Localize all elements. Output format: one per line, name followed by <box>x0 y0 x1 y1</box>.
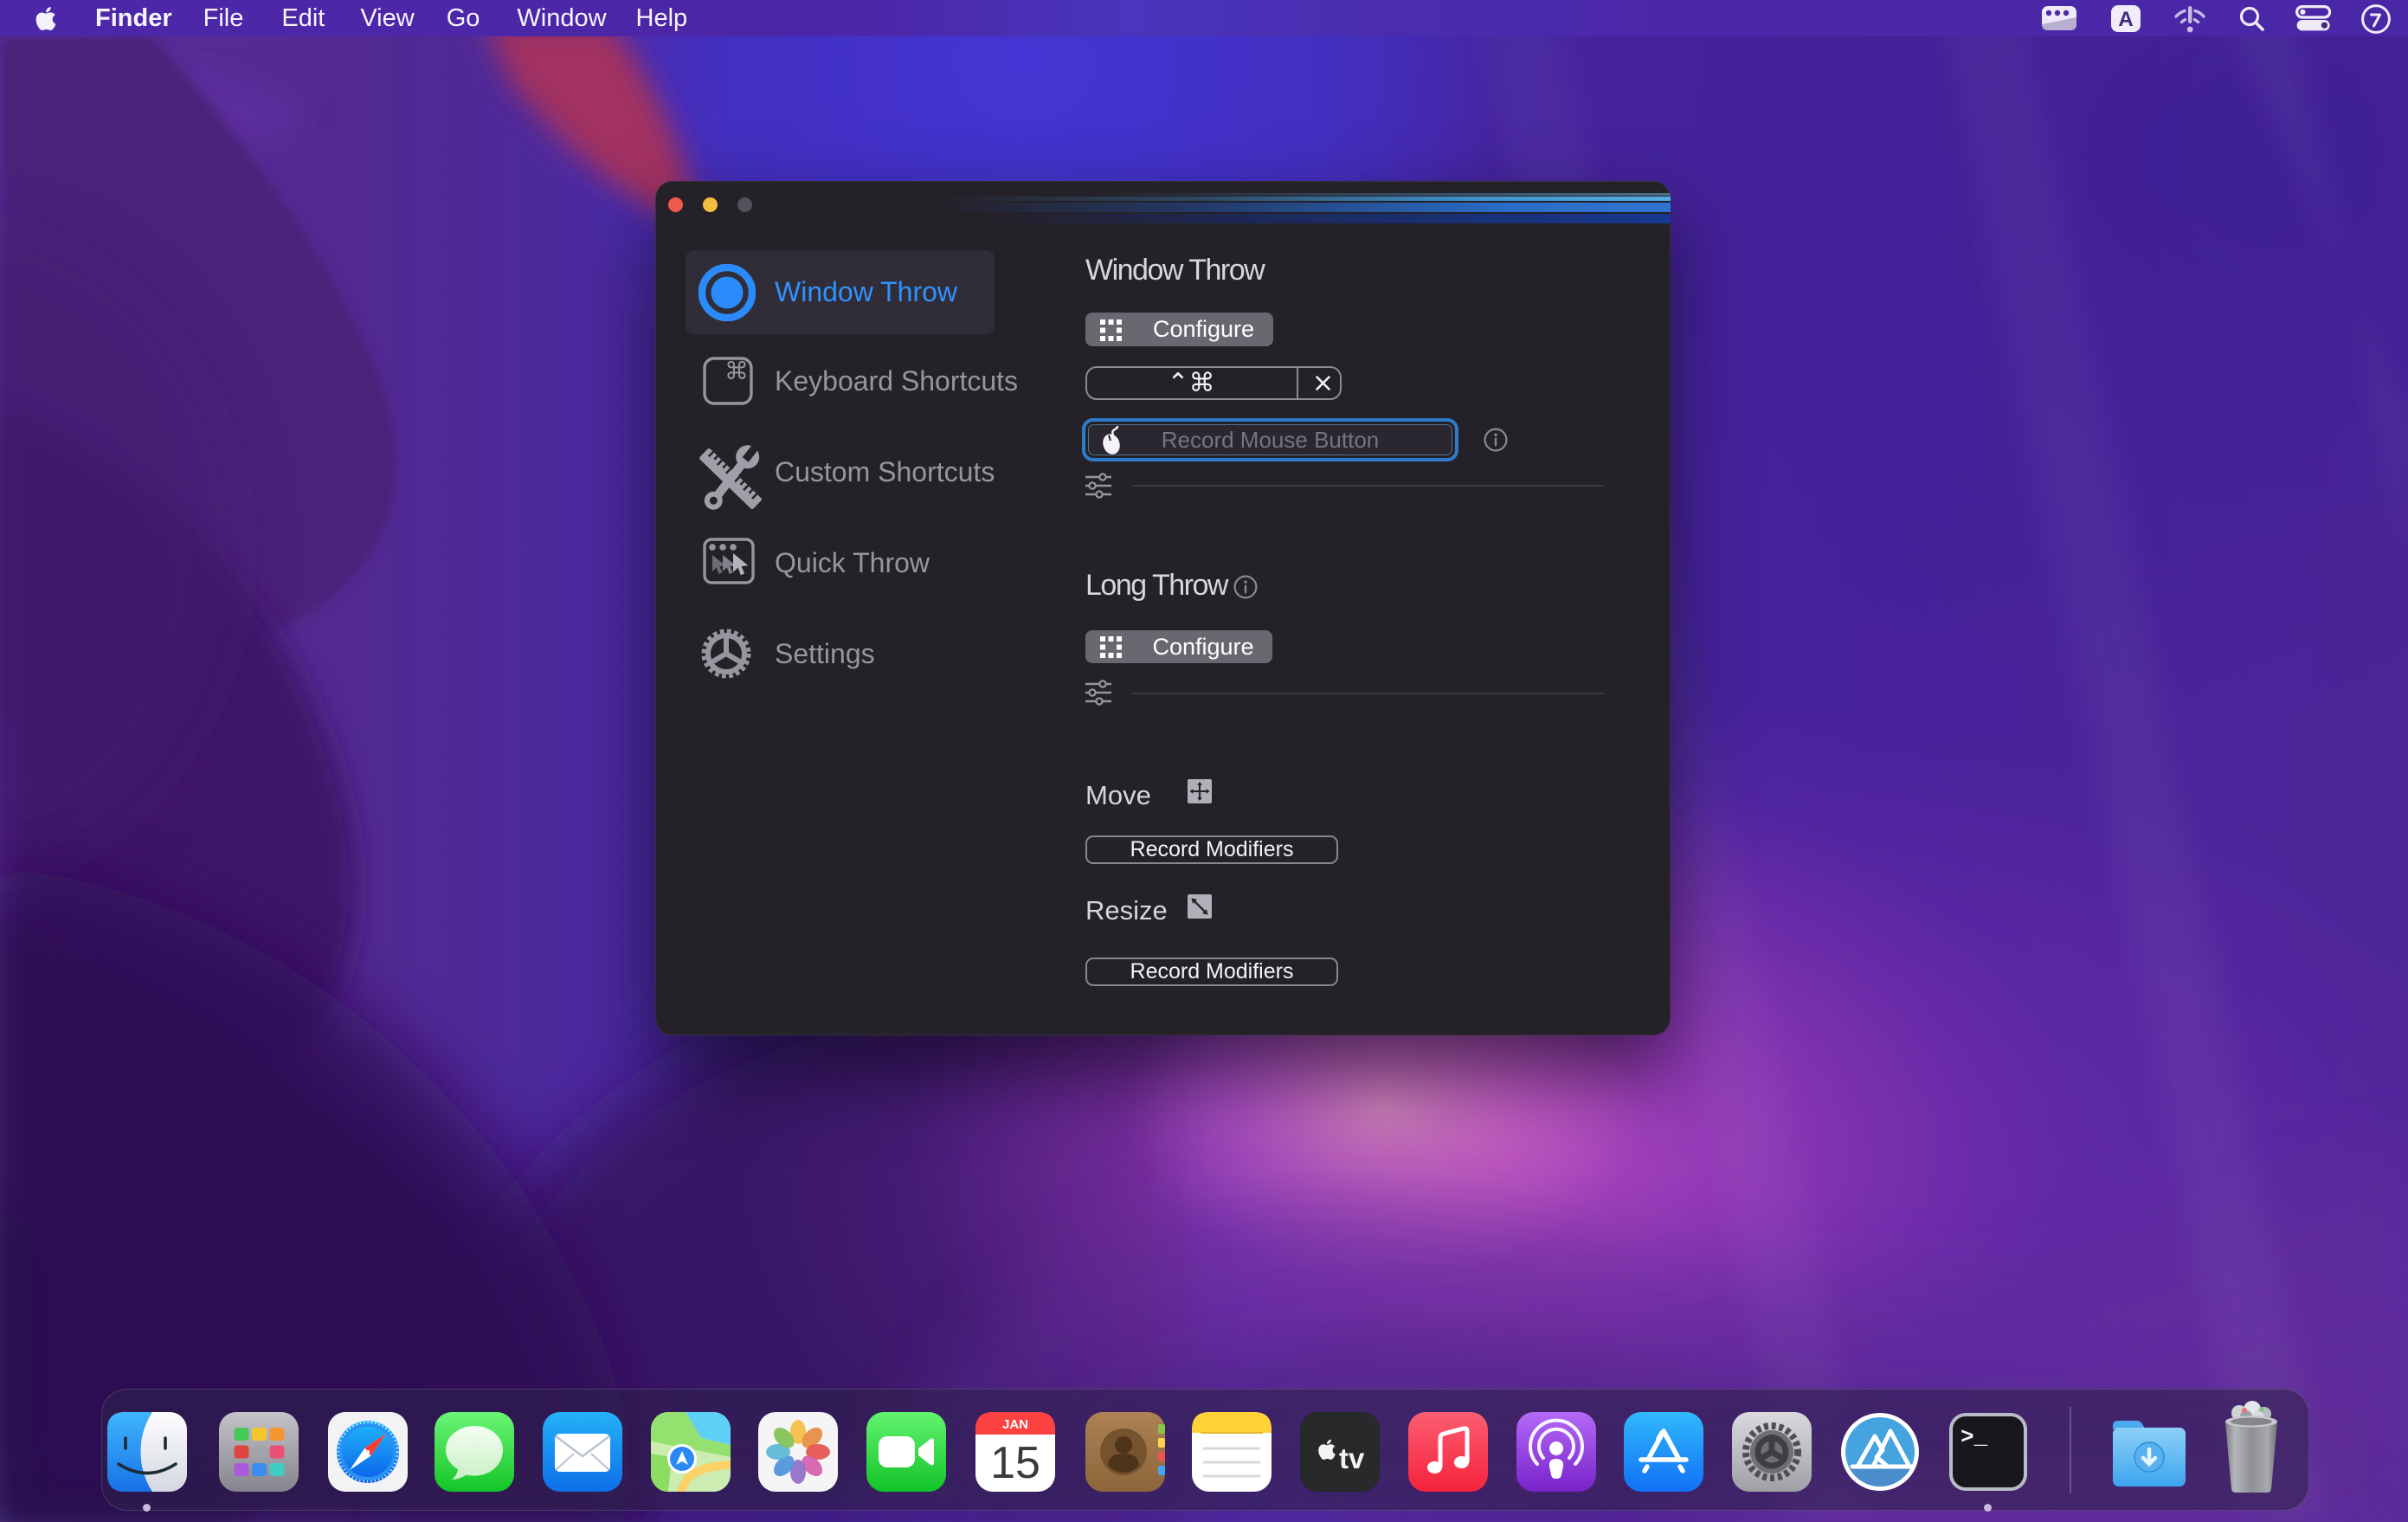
svg-text:15: 15 <box>990 1438 1040 1488</box>
svg-text:A: A <box>2118 8 2133 31</box>
svg-text:>_: >_ <box>1961 1424 1988 1450</box>
svg-text:tv: tv <box>1339 1442 1365 1474</box>
svg-text:⌘: ⌘ <box>724 358 749 384</box>
svg-text:JAN: JAN <box>1002 1417 1028 1432</box>
